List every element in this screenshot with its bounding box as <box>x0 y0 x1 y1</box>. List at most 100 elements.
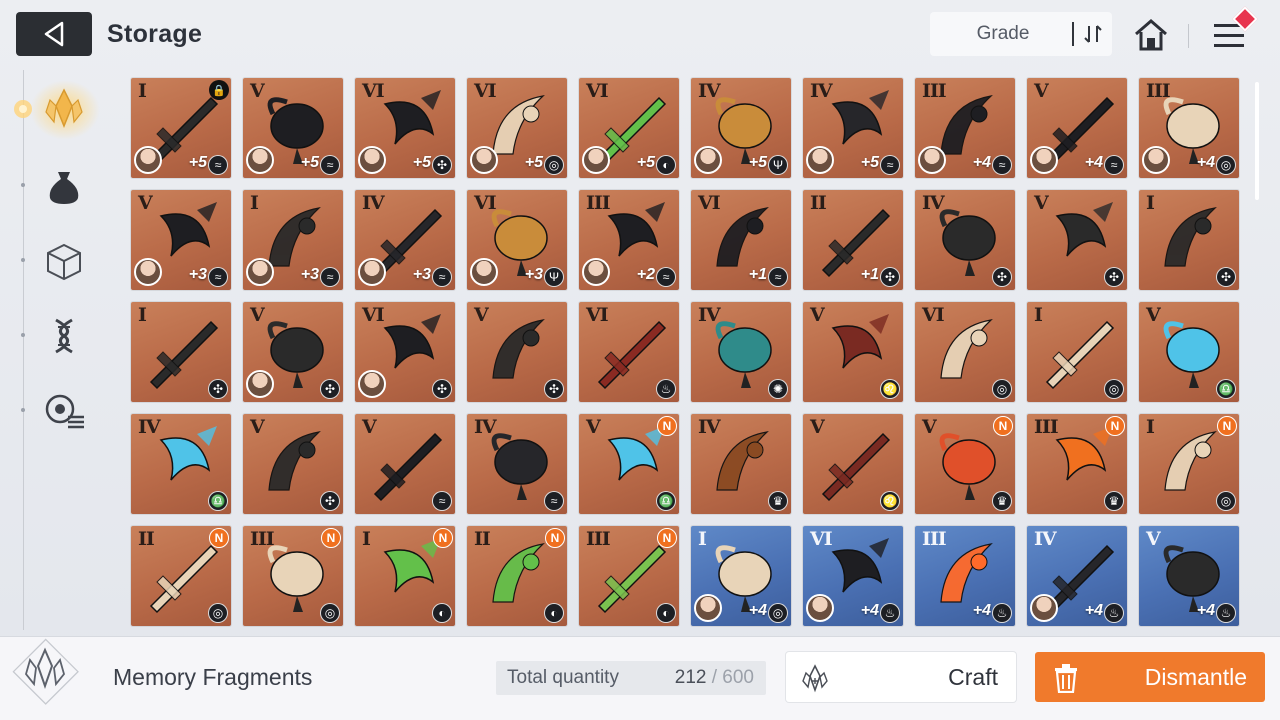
set-type-icon: ✣ <box>1104 267 1124 287</box>
sidebar-tab-genes[interactable] <box>36 308 92 364</box>
bag-icon <box>49 172 79 204</box>
new-badge: N <box>321 528 341 548</box>
current-count: 212 <box>674 667 707 688</box>
equipped-by-avatar <box>1142 146 1170 174</box>
memory-fragment-card[interactable]: III ♛ N <box>1027 414 1127 514</box>
set-type-icon: ✣ <box>544 379 564 399</box>
memory-fragment-card[interactable]: IV ♎ <box>131 414 231 514</box>
grade-numeral: I <box>1146 416 1155 438</box>
memory-fragment-card[interactable]: IV ✣ <box>915 190 1015 290</box>
memory-fragment-card[interactable]: I +5 ≈ 🔒 <box>131 78 231 178</box>
grade-label: Grade <box>976 23 1030 44</box>
memory-fragment-card[interactable]: IV ♛ <box>691 414 791 514</box>
memory-fragment-card[interactable]: II ◎ N <box>131 526 231 626</box>
memory-fragment-card[interactable]: III +4 ≈ <box>915 78 1015 178</box>
sidebar-track <box>23 70 24 630</box>
memory-fragment-card[interactable]: V +4 ≈ <box>1027 78 1127 178</box>
memory-fragment-card[interactable]: IV +3 ≈ <box>355 190 455 290</box>
memory-fragment-card[interactable]: V ✣ <box>243 414 343 514</box>
enhance-level: +5 <box>636 154 655 171</box>
sidebar-tab-supplies[interactable] <box>36 158 92 214</box>
dismantle-label: Dismantle <box>1144 663 1247 690</box>
back-button[interactable] <box>16 12 92 56</box>
enhance-level: +3 <box>188 266 207 283</box>
memory-fragment-card[interactable]: I +3 ≈ <box>243 190 343 290</box>
equipped-by-avatar <box>806 146 834 174</box>
grade-numeral: III <box>250 528 275 550</box>
memory-fragment-card[interactable]: V ♌ <box>803 414 903 514</box>
set-type-icon: Ψ <box>544 267 564 287</box>
craft-button[interactable]: Craft <box>786 652 1016 702</box>
memory-fragment-card[interactable]: I +4 ◎ <box>691 526 791 626</box>
sort-order-button[interactable] <box>1072 22 1112 46</box>
memory-fragment-card[interactable]: VI +5 ◐ <box>579 78 679 178</box>
memory-fragment-card[interactable]: V ♌ <box>803 302 903 402</box>
memory-fragment-card[interactable]: IV ≈ <box>467 414 567 514</box>
memory-fragment-card[interactable]: VI +1 ≈ <box>691 190 791 290</box>
memory-fragment-card[interactable]: VI +5 ✣ <box>355 78 455 178</box>
grade-numeral: IV <box>922 192 945 214</box>
total-quantity: Total quantity 212 / 600 <box>496 661 766 695</box>
equipped-by-avatar <box>582 258 610 286</box>
memory-fragment-card[interactable]: VI ◎ <box>915 302 1015 402</box>
lock-icon[interactable]: 🔒 <box>209 80 229 100</box>
grade-numeral: VI <box>922 304 945 326</box>
memory-fragment-card[interactable]: V ≈ <box>355 414 455 514</box>
enhance-level: +3 <box>524 266 543 283</box>
memory-fragment-card[interactable]: I ✣ <box>1139 190 1239 290</box>
memory-fragment-card[interactable]: V +4 ♨ <box>1139 526 1239 626</box>
memory-fragment-card[interactable]: III +4 ◎ <box>1139 78 1239 178</box>
grade-sort-dropdown[interactable]: Grade <box>930 12 1112 56</box>
set-type-icon: ≈ <box>432 491 452 511</box>
set-type-icon: ✣ <box>320 379 340 399</box>
memory-fragment-card[interactable]: IV +4 ♨ <box>1027 526 1127 626</box>
grid-scrollbar[interactable] <box>1255 82 1259 200</box>
memory-fragment-card[interactable]: VI ✣ <box>355 302 455 402</box>
enhance-level: +5 <box>524 154 543 171</box>
memory-fragment-card[interactable]: V ✣ <box>1027 190 1127 290</box>
set-type-icon: ♌ <box>880 379 900 399</box>
set-type-icon: ♨ <box>1216 603 1236 623</box>
sidebar-tab-list[interactable] <box>36 383 92 439</box>
home-button[interactable] <box>1132 16 1170 54</box>
memory-fragment-card[interactable]: VI +3 Ψ <box>467 190 567 290</box>
memory-fragment-card[interactable]: V ♎ <box>1139 302 1239 402</box>
sidebar-tab-memory-fragments[interactable] <box>36 80 92 136</box>
memory-fragment-card[interactable]: V +5 ≈ <box>243 78 343 178</box>
sidebar-tab-materials[interactable] <box>36 233 92 289</box>
enhance-level: +4 <box>748 602 767 619</box>
set-type-icon: ≈ <box>320 155 340 175</box>
craft-icon <box>802 664 828 693</box>
memory-fragment-card[interactable]: V +3 ≈ <box>131 190 231 290</box>
memory-fragment-card[interactable]: V ✣ <box>467 302 567 402</box>
memory-fragment-card[interactable]: I ✣ <box>131 302 231 402</box>
memory-fragment-card[interactable]: II ◐ N <box>467 526 567 626</box>
memory-fragment-card[interactable]: I ◐ N <box>355 526 455 626</box>
memory-fragment-card[interactable]: II +1 ✣ <box>803 190 903 290</box>
memory-fragment-card[interactable]: VI ♨ <box>579 302 679 402</box>
memory-fragment-card[interactable]: V ♛ N <box>915 414 1015 514</box>
memory-fragment-card[interactable]: I ◎ N <box>1139 414 1239 514</box>
set-type-icon: ◐ <box>432 603 452 623</box>
memory-fragment-card[interactable]: VI +4 ♨ <box>803 526 903 626</box>
memory-fragment-card[interactable]: V ♎ N <box>579 414 679 514</box>
enhance-level: +5 <box>860 154 879 171</box>
grade-numeral: IV <box>474 416 497 438</box>
grade-numeral: I <box>138 304 147 326</box>
set-type-icon: ✣ <box>208 379 228 399</box>
dismantle-button[interactable]: Dismantle <box>1035 652 1265 702</box>
memory-fragment-card[interactable]: III +2 ≈ <box>579 190 679 290</box>
memory-fragment-card[interactable]: V ✣ <box>243 302 343 402</box>
memory-fragment-card[interactable]: VI +5 ◎ <box>467 78 567 178</box>
memory-fragment-card[interactable]: IV ✺ <box>691 302 791 402</box>
memory-fragment-card[interactable]: IV +5 Ψ <box>691 78 791 178</box>
memory-fragment-card[interactable]: III ◐ N <box>579 526 679 626</box>
memory-fragment-card[interactable]: IV +5 ≈ <box>803 78 903 178</box>
memory-fragment-card[interactable]: III +4 ♨ <box>915 526 1015 626</box>
enhance-level: +2 <box>636 266 655 283</box>
memory-fragment-card[interactable]: III ◎ N <box>243 526 343 626</box>
category-name: Memory Fragments <box>113 664 313 690</box>
grade-numeral: I <box>250 192 259 214</box>
equipped-by-avatar <box>246 146 274 174</box>
memory-fragment-card[interactable]: I ◎ <box>1027 302 1127 402</box>
